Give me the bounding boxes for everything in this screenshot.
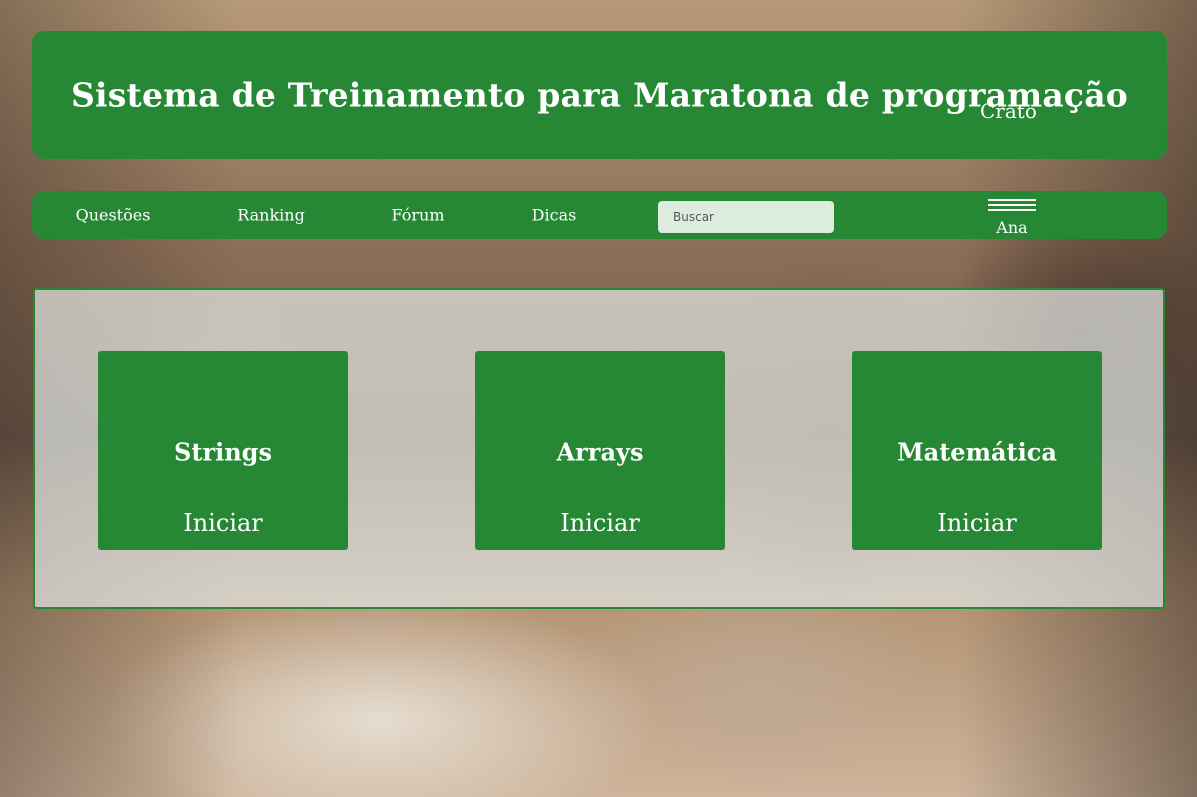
- topic-card-title: Strings: [174, 437, 272, 467]
- nav-link-forum[interactable]: Fórum: [392, 206, 445, 225]
- topic-card-title: Arrays: [556, 437, 644, 467]
- start-button[interactable]: Iniciar: [852, 509, 1102, 537]
- site-subtitle-city: Crato: [980, 99, 1037, 123]
- start-button[interactable]: Iniciar: [475, 509, 725, 537]
- nav-link-dicas[interactable]: Dicas: [532, 206, 577, 225]
- topic-card-title: Matemática: [897, 437, 1057, 467]
- topic-card-arrays: Arrays Iniciar: [475, 351, 725, 550]
- search-input[interactable]: [658, 201, 834, 233]
- main-navbar: Questões Ranking Fórum Dicas Ana: [32, 191, 1167, 239]
- nav-link-questoes[interactable]: Questões: [76, 206, 151, 225]
- site-header: Sistema de Treinamento para Maratona de …: [32, 31, 1167, 159]
- topics-panel: Strings Iniciar Arrays Iniciar Matemátic…: [33, 288, 1165, 609]
- topic-card-matematica: Matemática Iniciar: [852, 351, 1102, 550]
- topic-card-strings: Strings Iniciar: [98, 351, 348, 550]
- start-button[interactable]: Iniciar: [98, 509, 348, 537]
- nav-link-ranking[interactable]: Ranking: [237, 206, 305, 225]
- hamburger-icon[interactable]: [988, 199, 1036, 213]
- user-name[interactable]: Ana: [996, 218, 1027, 237]
